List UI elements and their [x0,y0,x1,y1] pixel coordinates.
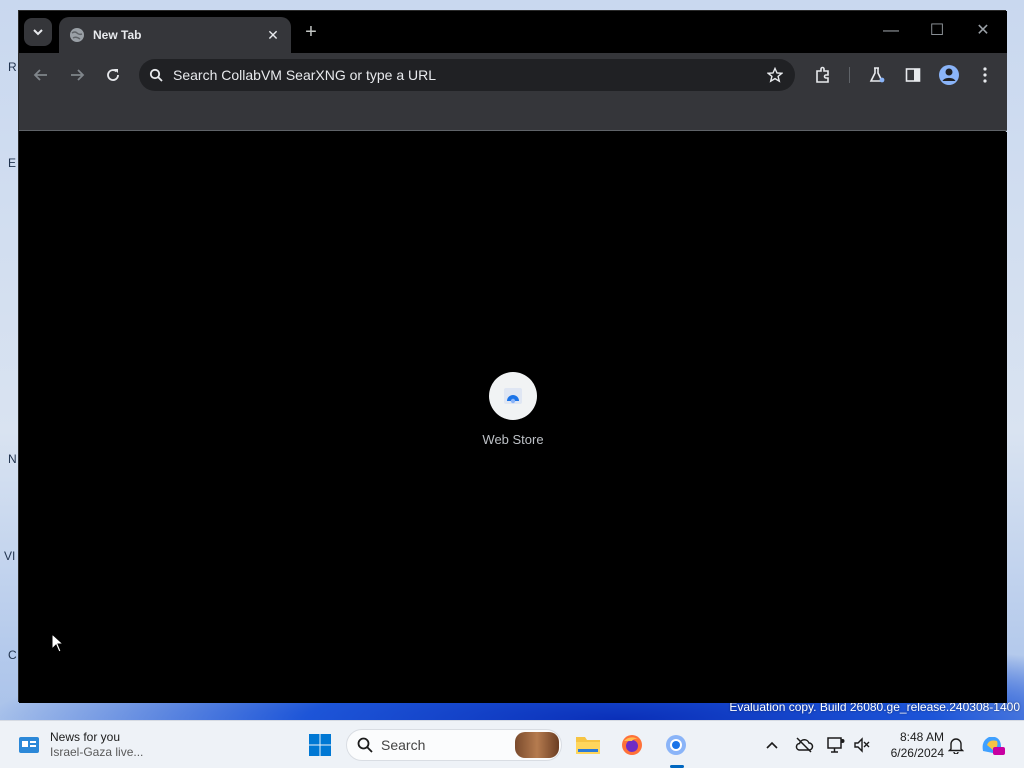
browser-menu-button[interactable] [971,61,999,89]
news-title: News for you [50,730,121,744]
desktop-icon-label[interactable]: N [8,452,17,466]
copilot-icon [982,737,1005,755]
notifications-button[interactable] [940,729,972,761]
labs-icon [869,67,885,83]
mouse-cursor-icon [51,633,65,653]
desktop-icon-label[interactable]: E [8,156,16,170]
new-tab-button[interactable]: + [299,21,323,45]
search-highlight-image [515,732,559,758]
address-bar[interactable] [139,59,795,91]
labs-button[interactable] [863,61,891,89]
web-store-icon [504,388,522,404]
tab-search-button[interactable] [24,18,52,46]
volume-button[interactable] [846,729,878,761]
news-subtitle: Israel-Gaza live... [50,745,144,759]
windows-logo-icon [309,734,331,756]
tab-title: New Tab [93,28,142,42]
minimize-button[interactable]: — [871,19,911,43]
desktop-icon-label[interactable]: C [8,648,17,662]
back-icon [33,69,47,81]
search-icon [149,68,163,82]
news-icon [19,737,39,753]
title-bar: New Tab ✕ + — ☐ ✕ [19,11,1007,53]
new-tab-page: Web Store [19,132,1007,703]
globe-icon [70,28,84,42]
folder-icon [576,737,600,754]
reload-icon [107,69,119,81]
chevron-up-icon [766,741,778,749]
network-status-button[interactable] [788,729,820,761]
address-input[interactable] [173,67,767,83]
tab-new-tab[interactable]: New Tab ✕ [59,17,291,53]
copilot-button[interactable] [976,729,1008,761]
speaker-muted-icon [854,737,870,753]
toolbar-divider [849,67,850,83]
news-text: News for you Israel-Gaza live... [50,730,143,760]
reload-button[interactable] [99,61,127,89]
shortcut-web-store[interactable]: Web Store [473,372,553,462]
chrome-icon [666,735,686,755]
shortcut-label: Web Store [482,432,544,447]
side-panel-button[interactable] [899,61,927,89]
taskbar-search-box[interactable]: Search [346,729,562,761]
firefox-button[interactable] [616,729,648,761]
clock-time: 8:48 AM [899,730,944,744]
firefox-icon [622,735,642,755]
maximize-button[interactable]: ☐ [917,19,957,43]
browser-window: New Tab ✕ + — ☐ ✕ Search CollabVM SearXN… [18,10,1007,703]
profile-icon [939,65,959,85]
start-button[interactable] [304,729,336,761]
desktop-icon-label[interactable]: VI [4,549,15,563]
back-button[interactable] [27,61,55,89]
profile-button[interactable] [935,61,963,89]
forward-icon [71,69,85,81]
tab-search-icon [33,29,43,36]
star-icon[interactable] [767,67,783,83]
side-panel-icon [905,68,921,82]
extensions-icon [816,66,829,83]
cloud-off-icon [795,737,814,753]
monitor-icon [827,737,845,753]
menu-icon [983,67,987,83]
chrome-button[interactable] [660,729,692,761]
file-explorer-button[interactable] [572,729,604,761]
bookmarks-bar [19,97,1007,131]
browser-toolbar [19,53,1007,97]
show-hidden-icons-button[interactable] [756,729,788,761]
clock-date: 6/26/2024 [890,746,944,760]
search-box-label: Search [381,737,426,753]
shortcut-icon-container [489,372,537,420]
bell-icon [948,738,964,754]
news-widget[interactable]: News for you Israel-Gaza live... [16,727,143,763]
clock[interactable]: 8:48 AM 6/26/2024 [878,729,944,761]
forward-button[interactable] [63,61,91,89]
desktop-icon-label[interactable]: R [8,60,17,74]
tab-close-icon[interactable]: ✕ [265,27,281,44]
search-icon [357,737,373,753]
close-window-button[interactable]: ✕ [963,19,1003,43]
extensions-button[interactable] [809,61,837,89]
taskbar: News for you Israel-Gaza live... Search … [0,720,1024,768]
